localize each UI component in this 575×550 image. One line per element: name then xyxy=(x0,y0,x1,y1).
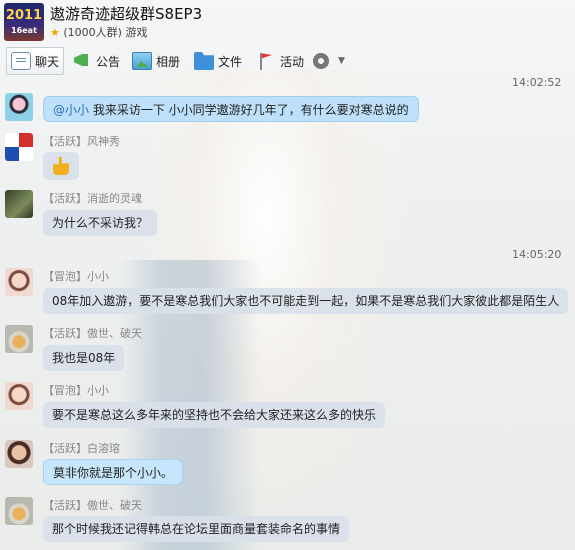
avatar[interactable] xyxy=(5,93,33,121)
group-header: 2011 16eat 遨游奇迹超级群S8EP3 ★ (1000人群) 游戏 xyxy=(0,0,575,44)
avatar[interactable] xyxy=(5,440,33,468)
member-level-tag: 【活跃】 xyxy=(43,192,87,205)
avatar-tag: 16eat xyxy=(11,26,37,35)
tab-album[interactable]: 相册 xyxy=(128,47,184,75)
sender-name[interactable]: 傲世、破天 xyxy=(87,327,142,340)
chevron-down-icon: ▼ xyxy=(338,56,345,66)
tab-activity[interactable]: 活动 xyxy=(252,47,308,75)
avatar[interactable] xyxy=(5,133,33,161)
message-bubble: 为什么不采访我？ xyxy=(43,210,158,236)
group-type: (1000人群) 游戏 xyxy=(63,26,148,39)
sender-name[interactable]: 傲世、破天 xyxy=(87,499,142,512)
folder-icon xyxy=(194,52,214,70)
sender-line: 【活跃】风神秀 xyxy=(43,133,120,149)
chat-icon xyxy=(11,52,31,70)
tab-chat-label: 聊天 xyxy=(35,54,60,69)
group-avatar[interactable]: 2011 16eat xyxy=(4,3,44,41)
settings-menu-button[interactable]: ▼ xyxy=(308,47,349,75)
member-level-tag: 【冒泡】 xyxy=(43,384,87,397)
message-bubble: @小小 我来采访一下 小小同学遨游好几年了，有什么要对寒总说的 xyxy=(43,96,419,122)
member-level-tag: 【活跃】 xyxy=(43,327,87,340)
sender-line: 【活跃】白溶瑢 xyxy=(43,440,120,456)
avatar-year: 2011 xyxy=(5,8,43,23)
message-text: 我来采访一下 小小同学遨游好几年了，有什么要对寒总说的 xyxy=(89,103,409,117)
message-bubble xyxy=(43,152,79,180)
avatar[interactable] xyxy=(5,268,33,296)
group-subtitle: ★ (1000人群) 游戏 xyxy=(50,24,147,40)
tab-album-label: 相册 xyxy=(156,54,181,69)
avatar[interactable] xyxy=(5,382,33,410)
message-bubble: 我也是08年 xyxy=(43,345,125,371)
sender-name[interactable]: 小小 xyxy=(87,384,109,397)
message-bubble: 要不是寒总这么多年来的坚持也不会给大家还来这么多的快乐 xyxy=(43,402,386,428)
tab-announcement-label: 公告 xyxy=(96,54,121,69)
flag-icon xyxy=(256,52,276,70)
tab-files-label: 文件 xyxy=(218,54,243,69)
sender-name[interactable]: 消逝的灵魂 xyxy=(87,192,142,205)
tab-announcement[interactable]: 公告 xyxy=(68,47,124,75)
sender-line: 【活跃】傲世、破天 xyxy=(43,497,142,513)
sender-line: 【活跃】消逝的灵魂 xyxy=(43,190,142,206)
message-timestamp: 14:02:52 xyxy=(512,76,562,89)
group-title[interactable]: 遨游奇迹超级群S8EP3 xyxy=(50,3,202,24)
gear-icon xyxy=(312,52,330,70)
album-icon xyxy=(132,52,152,70)
avatar[interactable] xyxy=(5,190,33,218)
tab-chat[interactable]: 聊天 xyxy=(6,47,65,75)
mention-link[interactable]: @小小 xyxy=(53,103,89,117)
star-icon: ★ xyxy=(50,26,60,39)
tab-activity-label: 活动 xyxy=(280,54,305,69)
sender-name[interactable]: 小小 xyxy=(87,270,109,283)
message-timestamp: 14:05:20 xyxy=(512,248,562,261)
avatar[interactable] xyxy=(5,325,33,353)
sender-line: 【活跃】傲世、破天 xyxy=(43,325,142,341)
group-toolbar: 聊天 公告 相册 文件 活动 ▼ xyxy=(0,44,575,76)
announcement-icon xyxy=(72,52,92,70)
thumbs-up-icon xyxy=(53,157,69,175)
sender-line: 【冒泡】小小 xyxy=(43,268,109,284)
member-level-tag: 【活跃】 xyxy=(43,135,87,148)
sender-line: 【冒泡】小小 xyxy=(43,382,109,398)
member-level-tag: 【冒泡】 xyxy=(43,270,87,283)
member-level-tag: 【活跃】 xyxy=(43,442,87,455)
sender-name[interactable]: 风神秀 xyxy=(87,135,120,148)
sender-name[interactable]: 白溶瑢 xyxy=(87,442,120,455)
avatar[interactable] xyxy=(5,497,33,525)
message-bubble: 那个时候我还记得韩总在论坛里面商量套装命名的事情 xyxy=(43,516,350,542)
message-bubble: 莫非你就是那个小小。 xyxy=(43,459,184,485)
message-bubble: 08年加入遨游，要不是寒总我们大家也不可能走到一起，如果不是寒总我们大家彼此都是… xyxy=(43,288,569,314)
member-level-tag: 【活跃】 xyxy=(43,499,87,512)
tab-files[interactable]: 文件 xyxy=(190,47,246,75)
